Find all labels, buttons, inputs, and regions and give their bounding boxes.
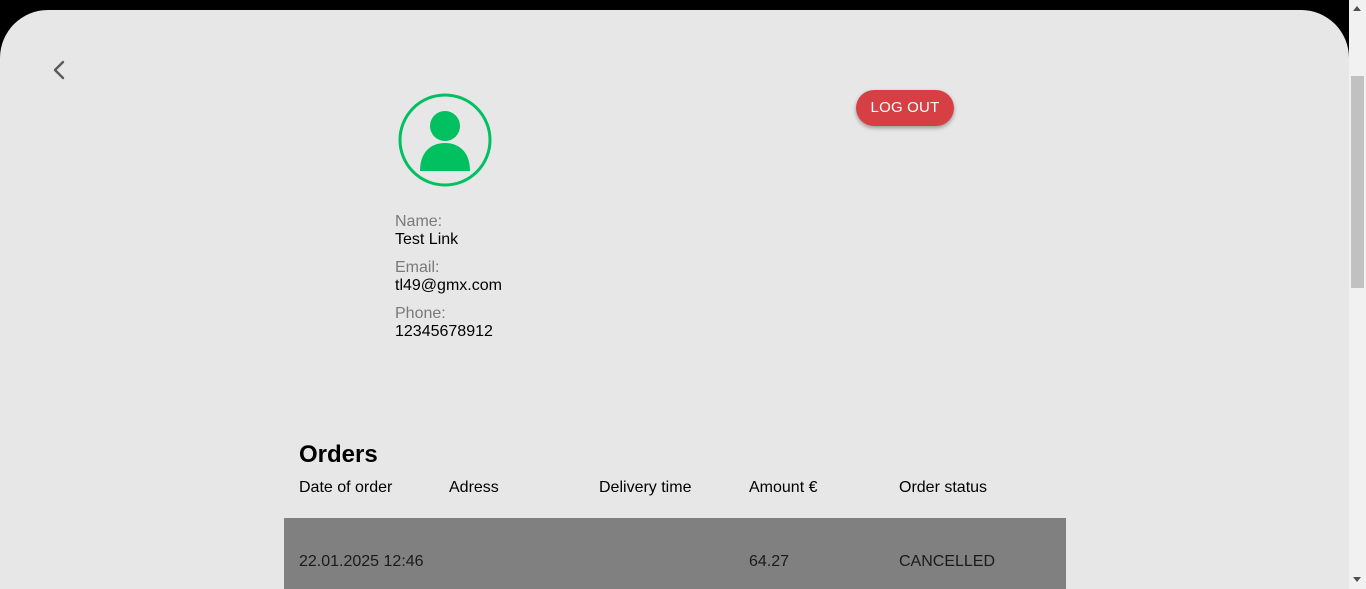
vertical-scrollbar[interactable] (1349, 0, 1366, 589)
scrollbar-thumb[interactable] (1351, 76, 1364, 288)
name-value: Test Link (395, 231, 459, 248)
logout-button[interactable]: LOG OUT (856, 90, 954, 126)
page-viewport: LOG OUT Name: Test Link Email: tl49@gmx.… (0, 10, 1349, 589)
chevron-left-icon (53, 60, 65, 80)
column-header-delivery-time: Delivery time (599, 479, 692, 496)
scroll-up-arrow-icon[interactable] (1353, 6, 1361, 11)
order-date-cell: 22.01.2025 12:46 (299, 553, 424, 570)
phone-label: Phone: (395, 305, 446, 322)
column-header-address: Adress (449, 479, 499, 496)
table-row[interactable]: 22.01.2025 12:46 64.27 CANCELLED (284, 518, 1066, 589)
phone-value: 12345678912 (395, 323, 493, 340)
email-value: tl49@gmx.com (395, 277, 502, 294)
column-header-order-status: Order status (899, 479, 988, 496)
scroll-down-arrow-icon[interactable] (1353, 577, 1361, 582)
orders-title: Orders (299, 441, 378, 468)
name-label: Name: (395, 213, 443, 230)
column-header-date: Date of order (299, 479, 393, 496)
back-button[interactable] (46, 56, 74, 84)
order-status-cell: CANCELLED (899, 553, 996, 570)
user-avatar-icon (397, 92, 493, 188)
order-amount-cell: 64.27 (749, 553, 790, 570)
email-label: Email: (395, 259, 440, 276)
column-header-amount: Amount € (749, 479, 818, 496)
